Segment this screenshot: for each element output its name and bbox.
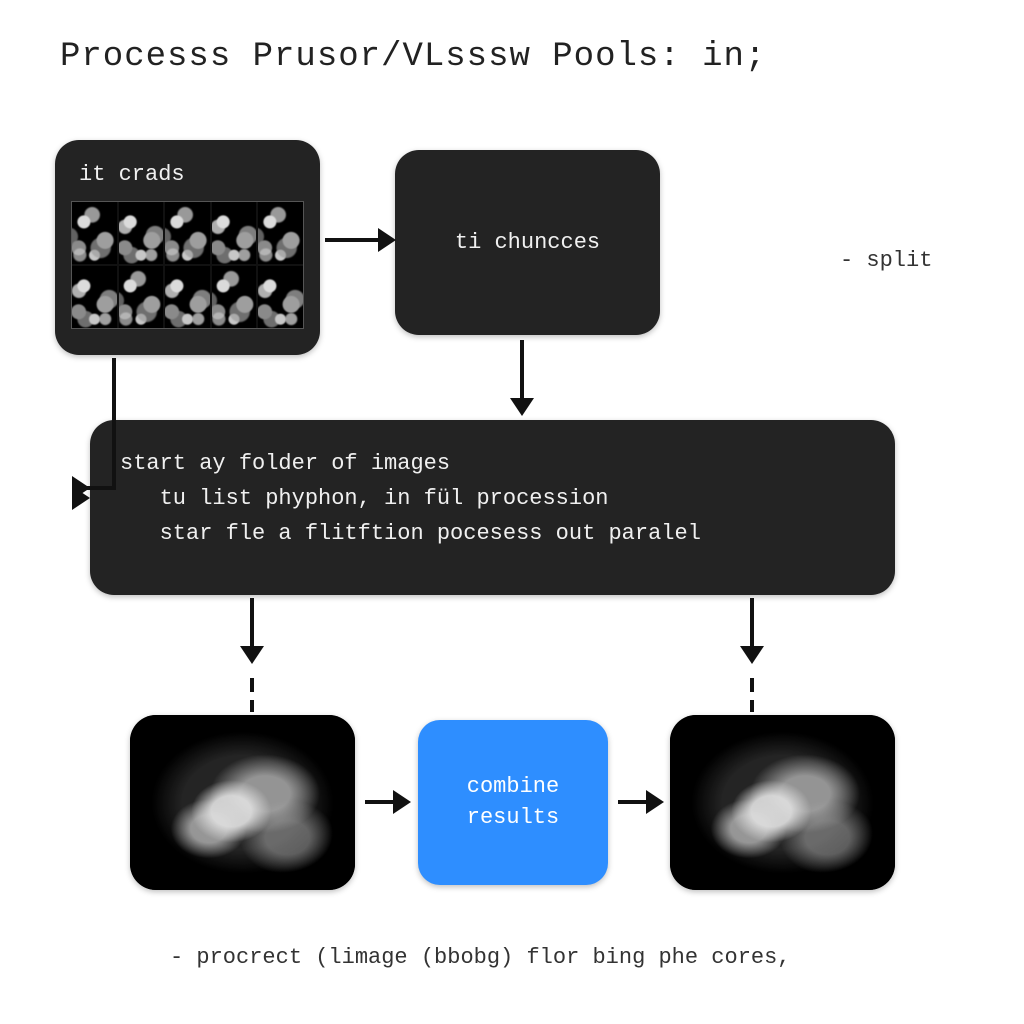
node-result-right [670, 715, 895, 890]
node-result-left [130, 715, 355, 890]
code-line: start ay folder of images [120, 451, 450, 476]
code-line: tu list phyphon, in fül procession [120, 486, 608, 511]
annotation-split: - split [840, 248, 932, 273]
result-image [670, 715, 895, 890]
thumbnail [165, 202, 210, 264]
node-combine-label: combine results [467, 772, 559, 834]
node-chunks: ti chuncces [395, 150, 660, 335]
diagram-canvas: Processs Prusor/VLsssw Pools: in; it cra… [0, 0, 1024, 1024]
thumbnail [212, 202, 257, 264]
node-process-text: start ay folder of images tu list phypho… [120, 446, 865, 552]
arrow-a-to-c-connector [72, 486, 114, 490]
page-title: Processs Prusor/VLsssw Pools: in; [60, 38, 766, 76]
text-line: combine [467, 774, 559, 799]
thumbnail [165, 266, 210, 328]
thumbnail [212, 266, 257, 328]
thumbnail [119, 202, 164, 264]
code-line: star fle a flitftion pocesess out parale… [120, 521, 701, 546]
thumbnail [258, 266, 303, 328]
thumbnail-grid [71, 201, 304, 329]
node-combine: combine results [418, 720, 608, 885]
thumbnail [119, 266, 164, 328]
node-chunks-label: ti chuncces [455, 230, 600, 255]
thumbnail [72, 266, 117, 328]
node-input-images: it crads [55, 140, 320, 355]
result-image [130, 715, 355, 890]
annotation-caption: - procrect (limage (bbobg) flor bing phe… [170, 945, 791, 970]
node-process: start ay folder of images tu list phypho… [90, 420, 895, 595]
thumbnail [258, 202, 303, 264]
thumbnail [72, 202, 117, 264]
text-line: results [467, 805, 559, 830]
node-input-label: it crads [79, 162, 304, 187]
